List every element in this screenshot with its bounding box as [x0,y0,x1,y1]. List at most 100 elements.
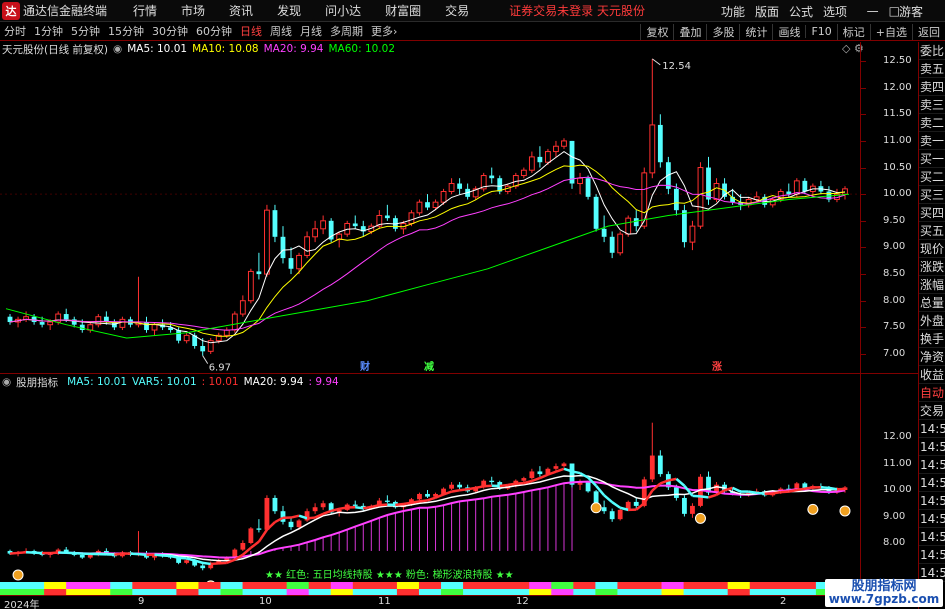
menu-trade[interactable]: 交易 [445,2,469,19]
app-name: 通达信金融终端 [23,4,108,18]
candle-body-up [545,151,551,163]
menu-options[interactable]: 选项 [823,3,847,20]
tool-multi-stock[interactable]: 多股 [706,23,739,40]
sub-candle-body [553,466,559,469]
quote-side-panel: 委比 卖五 卖四 卖三 卖二 卖一 买一 买二 买三 买四 买五 现价 涨跌 涨幅 总量 外盘 换手 净资 收益 自动… [918,42,945,609]
login-notice[interactable]: 证券交易未登录 天元股份 [509,2,645,19]
quote-field-3: 卖三 [919,98,945,114]
guest-user[interactable]: 游客 [899,3,923,20]
tool-back[interactable]: 返回 [912,23,945,40]
sub-ma5-segment [780,490,789,494]
sub-candle-body [425,493,430,497]
tool-add-watchlist[interactable]: +自选 [869,23,912,40]
tab-5min[interactable]: 5分钟 [67,23,104,39]
sub-ma5-segment [708,493,717,499]
low-label: 6.97 [209,363,231,374]
menu-wealth-circle[interactable]: 财富圈 [385,2,421,19]
candle-body-down [489,175,495,179]
quote-field-18: 收益 [919,368,945,384]
sub-candle-body [617,509,623,520]
menu-quotes[interactable]: 行情 [133,2,157,19]
tab-daily[interactable]: 日线 [236,23,266,39]
menu-ask-xiaoda[interactable]: 问小达 [325,2,361,19]
tab-60min[interactable]: 60分钟 [192,23,236,39]
menu-layout[interactable]: 版面 [755,3,779,20]
price-tick-mark-2 [861,114,866,116]
candle-body-up [320,220,327,230]
high-pointer [652,58,661,66]
sub-tick-0: 12.00 [883,431,912,442]
trade-field-4: 14:56 [919,458,945,474]
ma5-value: MA5: 10.01 [127,43,188,55]
price-tick-mark-10 [861,327,866,329]
sub-candle-body [384,500,390,502]
diamond-icon[interactable]: ◇ [842,42,850,55]
sub-candle-body [529,471,535,479]
stock-title[interactable]: 天元股份(日线 前复权) [2,42,108,57]
candlestick-chart[interactable]: 12.54 6.97 财 减 涨 [0,56,860,374]
trade-field-0[interactable]: 自动 [919,384,945,402]
sub-ma5-segment [355,505,364,510]
main-info-line: 天元股份(日线 前复权) ◉ MA5: 10.01 MA10: 10.08 MA… [2,42,395,56]
tab-multi-period[interactable]: 多周期 [326,23,367,39]
menu-news[interactable]: 资讯 [229,2,253,19]
sub-candle-body [649,455,655,480]
tool-mark[interactable]: 标记 [836,23,870,40]
indicator-chart[interactable]: ★★ 红色: 五日均线持股 ★★★ 粉色: 梯形波浪持股 ★★ [0,390,860,596]
indicator-name[interactable]: 股朋指标 [16,375,58,390]
sub-candle-body [585,482,591,492]
sub-candle-body [256,528,262,530]
tab-15min[interactable]: 15分钟 [104,23,148,39]
tab-30min[interactable]: 30分钟 [148,23,192,39]
settings-icon[interactable]: ◉ [113,43,122,55]
menu-market[interactable]: 市场 [181,2,205,19]
trade-field-2: 14:56 [919,422,945,438]
tab-monthly[interactable]: 月线 [296,23,326,39]
signal-band-top [793,582,817,589]
signal-band-top [595,582,618,589]
quote-field-17: 净资 [919,350,945,366]
signal-band-top [286,582,310,589]
tab-weekly[interactable]: 周线 [266,23,296,39]
sub-v5-value: : 9.94 [308,376,339,388]
high-label: 12.54 [662,61,691,72]
sub-tick-1: 11.00 [883,457,912,469]
tool-overlay[interactable]: 叠加 [673,23,706,40]
sub-ma5-segment [138,552,147,557]
signal-band-top [661,582,685,589]
tool-draw[interactable]: 画线 [772,23,805,40]
sub-settings-icon[interactable]: ◉ [2,376,11,388]
trade-field-1[interactable]: 交易 [919,402,945,420]
candle-body-down [537,156,543,163]
tool-adjust[interactable]: 复权 [640,23,673,40]
candle-body-up [842,188,848,195]
menu-formula[interactable]: 公式 [789,3,813,20]
sub-ma5-segment [611,501,621,509]
candle-body-down [39,322,45,325]
minimize-icon[interactable]: — [867,4,879,18]
price-tick-1: 12.00 [883,81,912,93]
trade-field-5: 14:56 [919,476,945,492]
candle-body-down [682,210,687,243]
sub-ma5-segment [523,479,533,485]
x-label-9: 9 [138,596,145,607]
signal-band-top [485,582,508,589]
sub-ma5-segment [419,499,428,503]
sub-candle-body [489,480,495,483]
tab-timeshare[interactable]: 分时 [0,23,30,39]
candle-body-up [47,321,54,326]
tool-f10[interactable]: F10 [805,25,836,38]
menu-discover[interactable]: 发现 [277,2,301,19]
tab-more[interactable]: 更多› [367,23,401,39]
menu-function[interactable]: 功能 [721,3,745,20]
candle-body-down [79,324,85,331]
sub-ma5-segment [9,551,19,555]
sub-candle-body [200,565,206,569]
tool-stats[interactable]: 统计 [739,23,772,40]
signal-band-top [66,582,89,589]
candle-body-up [617,233,624,254]
sub-value-axis: 12.00 11.00 10.00 9.00 8.00 [860,374,918,596]
sub-ma5-segment [555,467,565,473]
candle-body-up [625,217,632,235]
tab-1min[interactable]: 1分钟 [30,23,67,39]
